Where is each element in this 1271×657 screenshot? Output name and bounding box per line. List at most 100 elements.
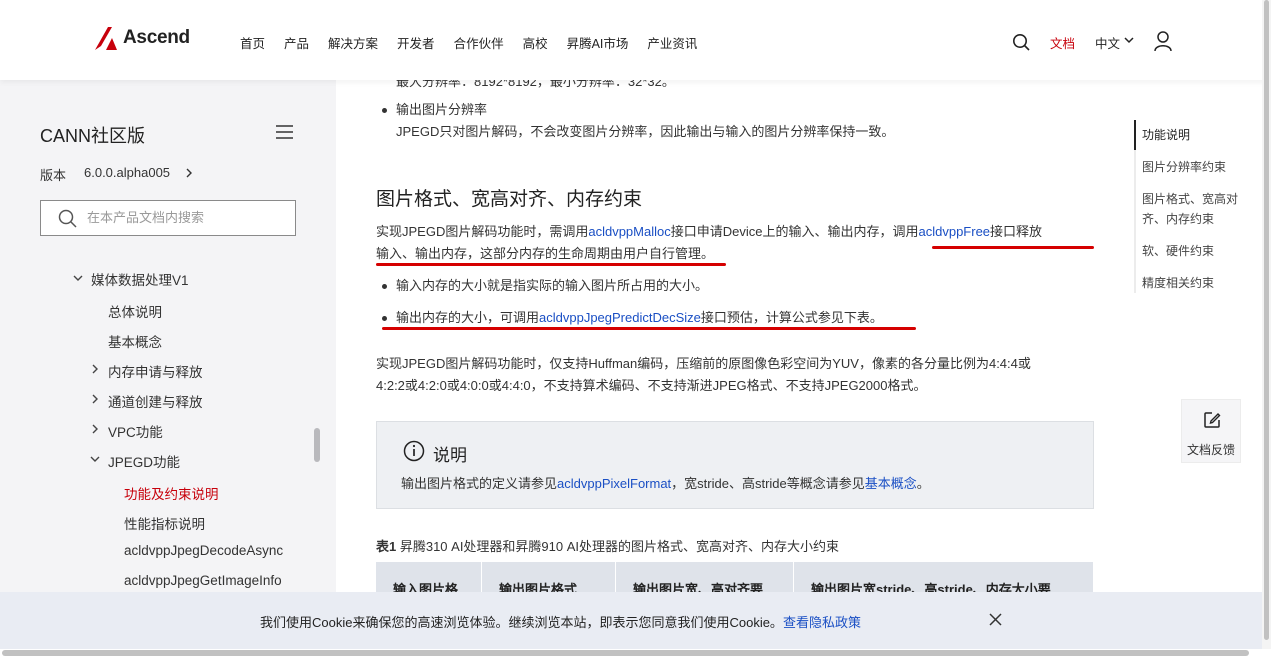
toc-item-function[interactable]: 功能说明 [1136, 120, 1244, 145]
vertical-scrollbar-thumb[interactable] [1264, 0, 1269, 640]
toc-item-resolution[interactable]: 图片分辨率约束 [1136, 145, 1244, 177]
doc-content: 最大分辨率：8192*8192，最小分辨率：32*32。 输出图片分辨率 JPE… [336, 80, 1126, 657]
chevron-down-icon[interactable] [90, 454, 100, 464]
table-number: 表1 [376, 539, 397, 554]
table-title: 昇腾310 AI处理器和昇腾910 AI处理器的图片格式、宽高对齐、内存大小约束 [396, 539, 840, 554]
chevron-right-icon[interactable] [90, 394, 100, 404]
resolution-limit-text: 最大分辨率：8192*8192，最小分辨率：32*32。 [396, 80, 675, 89]
nav-developers[interactable]: 开发者 [397, 33, 435, 52]
horizontal-scrollbar-thumb[interactable] [2, 650, 1249, 656]
text: 实现JPEGD图片解码功能时，仅支持Huffman编码，压缩前的原图像色彩空间为… [376, 356, 1031, 371]
note-box: 说明 输出图片格式的定义请参见acldvppPixelFormat，宽strid… [376, 421, 1094, 509]
bullet-dot [382, 108, 387, 113]
pixel-format-link[interactable]: acldvppPixelFormat [557, 476, 671, 491]
page-toc: 功能说明 图片分辨率约束 图片格式、宽高对齐、内存约束 软、硬件约束 精度相关约… [1134, 120, 1244, 293]
main-nav: 首页 产品 解决方案 开发者 合作伙伴 高校 昇腾AI市场 产业资讯 [240, 33, 716, 52]
tree-item-media-v1[interactable]: 媒体数据处理V1 [91, 269, 189, 289]
ascend-logo-icon [95, 27, 117, 50]
tree-item-jpegd[interactable]: JPEGD功能 [108, 451, 180, 471]
text: 输出图片格式的定义请参见 [401, 476, 558, 491]
acldvppmalloc-link[interactable]: acldvppMalloc [588, 224, 670, 239]
annotation-underline [932, 246, 1094, 249]
user-icon[interactable] [1153, 30, 1173, 52]
feedback-button[interactable]: 文档反馈 [1181, 399, 1241, 463]
text: 接口释放 [990, 224, 1043, 239]
bullet-text: 输入内存的大小就是指实际的输入图片所占用的大小。 [396, 278, 709, 293]
text: 。 [916, 476, 930, 491]
language-selector[interactable]: 中文 [1095, 33, 1120, 52]
menu-icon[interactable] [276, 125, 293, 139]
tree-item-function-constraints[interactable]: 功能及约束说明 [124, 483, 219, 503]
chevron-right-icon[interactable] [186, 168, 193, 178]
tree-item-overview[interactable]: 总体说明 [108, 301, 162, 321]
tree-item-basic-concepts[interactable]: 基本概念 [108, 331, 162, 351]
nav-products[interactable]: 产品 [284, 33, 309, 52]
text: 接口申请Device上的输入、输出内存， [670, 224, 893, 239]
toc-item-hw-sw[interactable]: 软、硬件约束 [1136, 229, 1244, 261]
text: 输出内存的大小，可调用 [396, 310, 540, 325]
cookie-message: 我们使用Cookie来确保您的高速浏览体验。继续浏览本站，即表示您同意我们使用C… [260, 615, 783, 630]
nav-universities[interactable]: 高校 [523, 33, 548, 52]
product-title: CANN社区版 [40, 126, 146, 146]
tree-item-vpc[interactable]: VPC功能 [108, 421, 163, 441]
search-icon [58, 209, 77, 228]
format-paragraph: 实现JPEGD图片解码功能时，仅支持Huffman编码，压缩前的原图像色彩空间为… [376, 353, 1094, 397]
top-header: Ascend 首页 产品 解决方案 开发者 合作伙伴 高校 昇腾AI市场 产业资… [0, 0, 1271, 80]
toc-item-format[interactable]: 图片格式、宽高对齐、内存约束 [1136, 177, 1244, 229]
bullet-body: JPEGD只对图片解码，不会改变图片分辨率，因此输出与输入的图片分辨率保持一致。 [396, 124, 895, 139]
chevron-down-icon[interactable] [73, 273, 83, 283]
tree-item-decode-async[interactable]: acldvppJpegDecodeAsync [124, 543, 283, 558]
cookie-text: 我们使用Cookie来确保您的高速浏览体验。继续浏览本站，即表示您同意我们使用C… [260, 612, 861, 631]
info-icon [403, 440, 425, 462]
close-icon[interactable] [989, 613, 1002, 626]
tree-item-memory[interactable]: 内存申请与释放 [108, 361, 203, 381]
vertical-scrollbar[interactable] [1262, 0, 1271, 649]
doc-search-box[interactable] [40, 200, 296, 236]
edit-icon [1204, 412, 1221, 428]
chevron-down-icon[interactable] [1124, 36, 1134, 44]
doc-sidebar: CANN社区版 版本 6.0.0.alpha005 媒体数据处理V1 总体说明 … [0, 80, 336, 657]
bullet-input-memory: 输入内存的大小就是指实际的输入图片所占用的大小。 [382, 275, 709, 297]
cookie-banner: 我们使用Cookie来确保您的高速浏览体验。继续浏览本站，即表示您同意我们使用C… [0, 592, 1271, 649]
acldvppfree-link[interactable]: acldvppFree [918, 224, 990, 239]
nav-partners[interactable]: 合作伙伴 [454, 33, 504, 52]
sidebar-scrollbar[interactable] [314, 428, 320, 462]
version-label: 版本 [40, 168, 67, 183]
privacy-policy-link[interactable]: 查看隐私政策 [783, 615, 861, 630]
bullet-dot [382, 316, 387, 321]
chevron-right-icon[interactable] [90, 424, 100, 434]
horizontal-scrollbar[interactable] [0, 649, 1271, 657]
nav-industry-news[interactable]: 产业资讯 [647, 33, 697, 52]
tree-item-get-image-info[interactable]: acldvppJpegGetImageInfo [124, 573, 282, 588]
text: 实现JPEGD图片解码功能时，需调用 [376, 224, 589, 239]
annotation-underline [376, 263, 726, 266]
text: 输入、输出内存，这部分内存的生命周期由用户自行管理 [376, 246, 702, 261]
ascend-logo[interactable]: Ascend [92, 24, 190, 52]
note-title: 说明 [433, 446, 467, 465]
version-selector[interactable]: 6.0.0.alpha005 [84, 165, 170, 180]
search-icon[interactable] [1012, 33, 1030, 51]
text: 4:2:2或4:2:0或4:0:0或4:4:0，不支持算术编码、不支持渐进JPE… [376, 378, 927, 393]
bullet-dot [382, 284, 387, 289]
section-heading: 图片格式、宽高对齐、内存约束 [376, 189, 643, 210]
docs-link[interactable]: 文档 [1050, 33, 1075, 52]
text: 调用 [892, 224, 919, 239]
nav-ai-market[interactable]: 昇腾AI市场 [567, 33, 629, 52]
tree-item-channel[interactable]: 通道创建与释放 [108, 391, 203, 411]
chevron-right-icon[interactable] [90, 364, 100, 374]
predict-dec-size-link[interactable]: acldvppJpegPredictDecSize [539, 310, 701, 325]
toc-item-precision[interactable]: 精度相关约束 [1136, 261, 1244, 293]
note-body: 输出图片格式的定义请参见acldvppPixelFormat，宽stride、高… [401, 473, 930, 492]
text: 接口预估，计算公式参见下表。 [700, 310, 883, 325]
table-caption: 表1 昇腾310 AI处理器和昇腾910 AI处理器的图片格式、宽高对齐、内存大… [376, 536, 839, 555]
basic-concepts-link[interactable]: 基本概念 [865, 476, 917, 491]
doc-search-input[interactable] [87, 210, 287, 225]
bullet-output-resolution: 输出图片分辨率 JPEGD只对图片解码，不会改变图片分辨率，因此输出与输入的图片… [382, 99, 895, 143]
nav-home[interactable]: 首页 [240, 33, 265, 52]
text: 。 [701, 246, 715, 261]
text: ，宽stride、高stride等概念请参见 [671, 476, 865, 491]
bullet-title: 输出图片分辨率 [396, 102, 488, 117]
tree-item-performance[interactable]: 性能指标说明 [124, 513, 205, 533]
feedback-label: 文档反馈 [1187, 443, 1236, 457]
nav-solutions[interactable]: 解决方案 [328, 33, 378, 52]
